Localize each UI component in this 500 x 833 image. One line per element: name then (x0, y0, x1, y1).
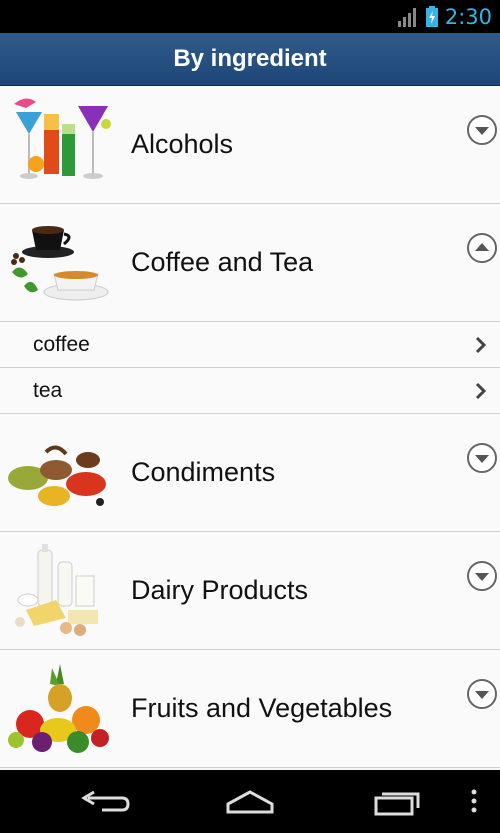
chevron-down-circle-icon[interactable] (466, 678, 498, 710)
chevron-right-icon (475, 336, 487, 354)
category-row-coffee-and-tea[interactable]: Coffee and Tea (0, 204, 500, 322)
category-row-condiments[interactable]: Condiments (0, 414, 500, 532)
chevron-down-circle-icon[interactable] (466, 560, 498, 592)
recents-icon[interactable] (366, 784, 426, 820)
navigation-bar (0, 770, 500, 833)
category-label: Alcohols (131, 129, 234, 159)
overflow-menu-icon[interactable] (446, 784, 486, 820)
chevron-down-circle-icon[interactable] (466, 114, 498, 146)
category-label: Condiments (131, 457, 276, 487)
list-item-label: coffee (33, 333, 90, 356)
ingredient-list: Alcohols Coffee and Tea coffee tea Condi… (0, 86, 500, 769)
spices-thumbnail (8, 445, 106, 506)
list-item-coffee[interactable]: coffee (0, 322, 500, 368)
status-bar: 2:30 (0, 0, 500, 33)
back-icon[interactable] (74, 784, 134, 820)
coffee-tea-thumbnail (11, 226, 109, 301)
category-row-fruits-and-vegetables[interactable]: Fruits and Vegetables (0, 650, 500, 768)
home-icon[interactable] (220, 784, 280, 820)
chevron-right-icon (475, 382, 487, 400)
status-icons: 2:30 (397, 0, 492, 33)
list-item-tea[interactable]: tea (0, 368, 500, 414)
category-label: Coffee and Tea (131, 247, 314, 277)
dairy-thumbnail (15, 544, 98, 636)
category-row-alcohols[interactable]: Alcohols (0, 86, 500, 204)
chevron-up-circle-icon[interactable] (466, 232, 498, 264)
title-bar: By ingredient (0, 33, 500, 86)
category-label: Dairy Products (131, 575, 309, 605)
fruits-vegetables-thumbnail (8, 664, 109, 753)
status-clock: 2:30 (444, 4, 492, 29)
signal-icon (397, 7, 416, 27)
page-title: By ingredient (173, 45, 327, 72)
list-item-label: tea (33, 379, 63, 402)
chevron-down-circle-icon[interactable] (466, 442, 498, 474)
battery-charging-icon (425, 5, 438, 27)
category-label: Fruits and Vegetables (131, 693, 393, 723)
category-row-dairy-products[interactable]: Dairy Products (0, 532, 500, 650)
cocktails-thumbnail (14, 98, 111, 179)
